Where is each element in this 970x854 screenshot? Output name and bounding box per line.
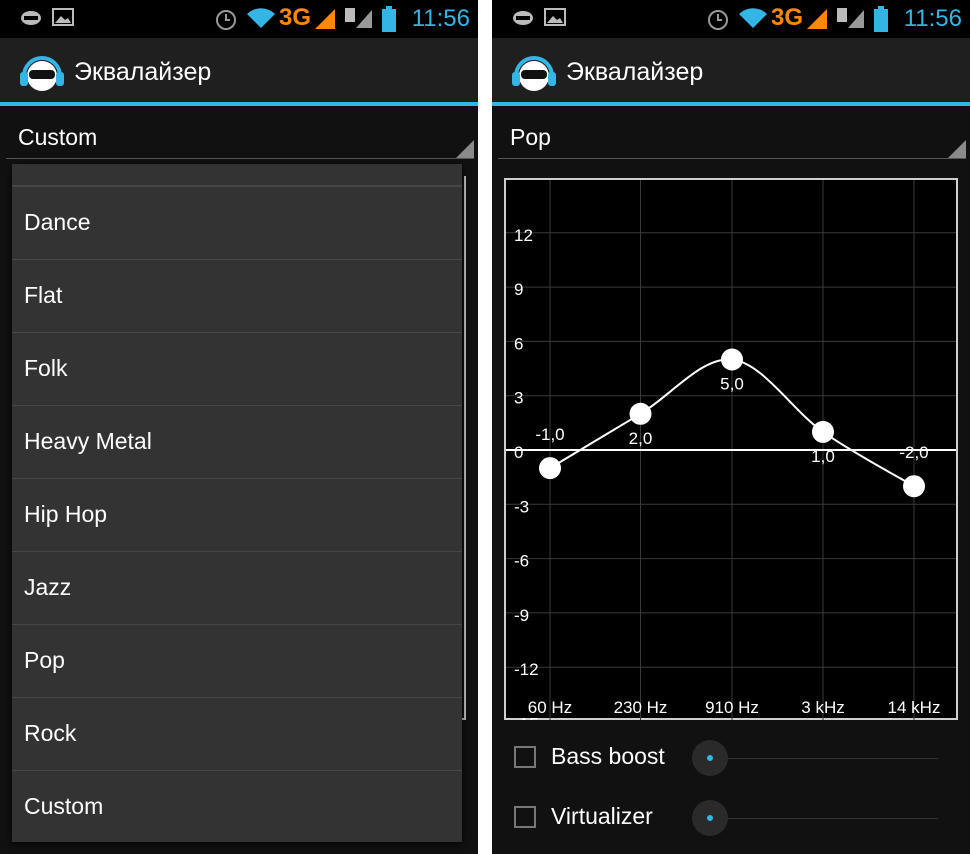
y-tick-label: 12 (514, 226, 533, 245)
app-headphones-icon[interactable] (20, 50, 64, 94)
preset-option[interactable]: Rock (12, 697, 462, 770)
eq-band-point[interactable] (721, 348, 743, 371)
preset-dropdown-list[interactable]: Dance Flat Folk Heavy Metal Hip Hop Jazz… (12, 164, 462, 842)
eq-value-label: 1,0 (811, 447, 835, 466)
knob-indicator (707, 755, 713, 761)
x-tick-label: 3 kHz (801, 698, 844, 717)
alarm-icon (708, 10, 728, 30)
preset-option-label: Jazz (24, 574, 72, 600)
preset-option-label: Pop (24, 647, 65, 673)
virtualizer-track (728, 818, 938, 819)
clock: 11:56 (411, 5, 470, 32)
bass-boost-label: Bass boost (551, 743, 665, 769)
screen-custom-dropdown: 3G 11:56 Эквалайзер Custom Dance Flat Fo… (0, 0, 478, 854)
preset-option-label: Custom (24, 793, 104, 819)
y-tick-label: 9 (514, 280, 523, 299)
x-tick-label: 14 kHz (888, 698, 941, 717)
preset-option-label: Hip Hop (24, 501, 108, 527)
y-tick-label: 0 (514, 443, 523, 462)
preset-option[interactable]: Heavy Metal (12, 405, 462, 478)
app-headphones-icon[interactable] (512, 50, 556, 94)
y-tick-label: -12 (514, 660, 539, 679)
preset-option-label: Heavy Metal (24, 428, 152, 454)
y-tick-label: 6 (514, 334, 523, 353)
virtualizer-row: Virtualizer (514, 800, 954, 840)
preset-option-label: Dance (24, 209, 91, 235)
preset-option-label: Flat (24, 282, 63, 308)
sim-signal-icon (837, 8, 864, 28)
ghost-icon (21, 11, 41, 25)
bass-boost-row: Bass boost (514, 740, 954, 780)
y-tick-label: -3 (514, 497, 529, 516)
clock: 11:56 (903, 5, 962, 32)
virtualizer-label: Virtualizer (551, 803, 653, 829)
signal-icon (807, 9, 827, 29)
list-item (12, 164, 462, 186)
eq-value-label: -2,0 (899, 443, 928, 462)
preset-option[interactable]: Flat (12, 259, 462, 332)
network-type: 3G (279, 4, 312, 31)
action-bar: Эквалайзер (492, 38, 970, 106)
preset-option[interactable]: Jazz (12, 551, 462, 624)
preset-option-label: Rock (24, 720, 77, 746)
equalizer-chart-svg[interactable]: 129630-3-6-9-12-1560 Hz230 Hz910 Hz3 kHz… (506, 180, 956, 720)
equalizer-chart[interactable]: 129630-3-6-9-12-1560 Hz230 Hz910 Hz3 kHz… (504, 178, 958, 720)
wifi-icon (739, 8, 767, 28)
eq-value-label: -1,0 (535, 425, 564, 444)
spinner-arrow-icon (456, 140, 474, 158)
x-tick-label: 60 Hz (528, 698, 572, 717)
picture-icon (52, 8, 74, 26)
action-bar: Эквалайзер (0, 38, 478, 106)
app-title: Эквалайзер (74, 58, 212, 86)
spinner-arrow-icon (948, 140, 966, 158)
bass-boost-checkbox[interactable] (514, 746, 536, 768)
signal-icon (315, 9, 335, 29)
spinner-value: Pop (510, 124, 551, 150)
status-bar: 3G 11:56 (492, 0, 970, 38)
network-type: 3G (771, 4, 804, 31)
eq-band-point[interactable] (903, 475, 925, 498)
ghost-icon (513, 11, 533, 25)
preset-option[interactable]: Hip Hop (12, 478, 462, 551)
spinner-value: Custom (18, 124, 98, 150)
app-title: Эквалайзер (566, 58, 704, 86)
virtualizer-checkbox[interactable] (514, 806, 536, 828)
preset-option[interactable]: Pop (12, 624, 462, 697)
bass-boost-track (728, 758, 938, 759)
preset-option[interactable]: Dance (12, 186, 462, 259)
eq-band-point[interactable] (812, 420, 834, 443)
bass-boost-knob[interactable] (692, 740, 728, 776)
virtualizer-knob[interactable] (692, 800, 728, 836)
eq-band-point[interactable] (539, 457, 561, 480)
status-bar: 3G 11:56 (0, 0, 478, 38)
preset-spinner[interactable]: Custom (6, 108, 474, 159)
battery-icon (874, 6, 888, 32)
eq-value-label: 2,0 (629, 429, 653, 448)
screen-pop-equalizer: 3G 11:56 Эквалайзер Pop 12 9 6 3 0 -3 -6 -9 -12 -… (492, 0, 970, 854)
eq-band-point[interactable] (629, 402, 652, 425)
preset-spinner[interactable]: Pop (498, 108, 966, 159)
picture-icon (544, 8, 566, 26)
preset-option[interactable]: Folk (12, 332, 462, 405)
preset-option[interactable]: Custom (12, 770, 462, 842)
y-tick-label: -6 (514, 552, 529, 571)
eq-value-label: 5,0 (720, 375, 744, 394)
knob-indicator (707, 815, 713, 821)
wifi-icon (247, 8, 275, 28)
sim-signal-icon (345, 8, 372, 28)
battery-icon (382, 6, 396, 32)
alarm-icon (216, 10, 236, 30)
x-tick-label: 230 Hz (614, 698, 668, 717)
y-tick-label: 3 (514, 389, 523, 408)
x-tick-label: 910 Hz (705, 698, 759, 717)
y-tick-label: -9 (514, 606, 529, 625)
preset-option-label: Folk (24, 355, 68, 381)
